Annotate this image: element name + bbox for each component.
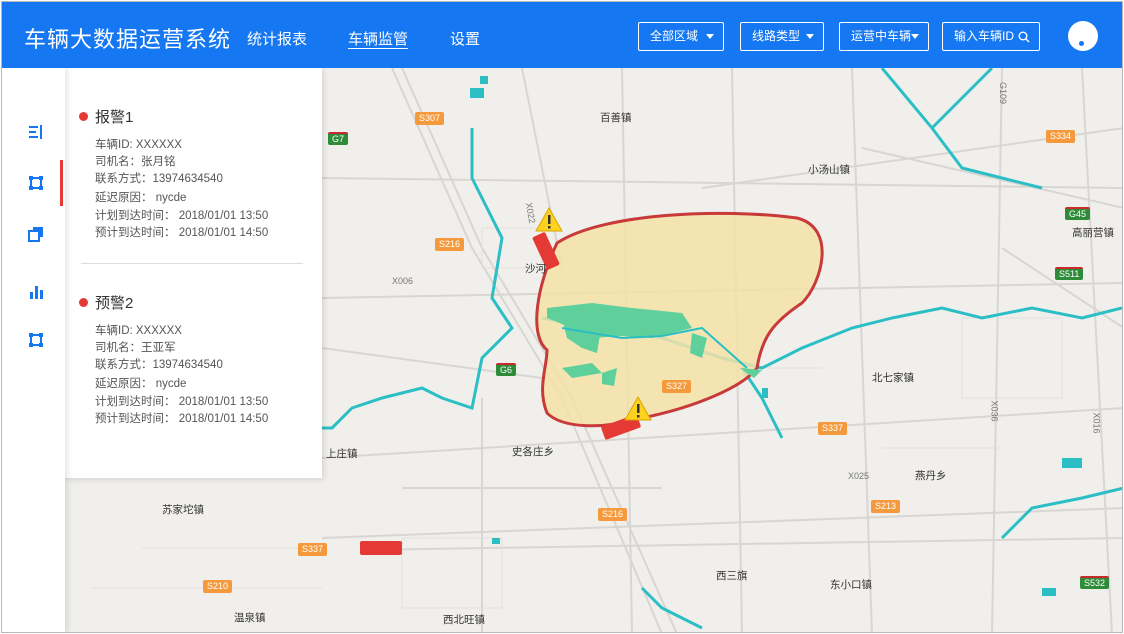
place-label: 史各庄乡 [512, 446, 554, 458]
chevron-down-icon [911, 34, 919, 39]
road-shield: S532 [1080, 576, 1110, 589]
alert-title: 预警2 [95, 295, 134, 312]
road-shield: S216 [435, 238, 465, 251]
road-label: G109 [998, 81, 1009, 105]
search-icon [1018, 31, 1030, 43]
road-shield: S213 [871, 500, 901, 513]
user-avatar[interactable] [1068, 21, 1098, 51]
alert-contact: 联系方式：13974634540 [95, 359, 223, 371]
nav-statistics-report[interactable]: 统计报表 [247, 28, 307, 49]
road-shield: S511 [1055, 267, 1084, 280]
chevron-down-icon [806, 34, 814, 39]
alert-panel: 报警1 车辆ID: XXXXXX 司机名：张月铭 联系方式：1397463454… [65, 68, 322, 478]
place-label: 苏家坨镇 [162, 504, 204, 516]
alert-planned-arrival: 计划到达时间： 2018/01/01 13:50 [95, 396, 269, 408]
road-shield: S307 [415, 112, 445, 125]
place-label: 温泉镇 [234, 612, 266, 624]
alert-driver: 司机名：王亚军 [95, 342, 176, 354]
alert-dot-icon [79, 298, 88, 307]
road-shield: S334 [1046, 130, 1076, 143]
region-dropdown[interactable]: 全部区域 [638, 22, 724, 51]
road-label: X025 [848, 471, 870, 481]
place-label: 西三旗 [716, 570, 748, 582]
sidebar-active-indicator [60, 160, 63, 206]
vehicle-marker[interactable] [360, 541, 402, 555]
road-shield: G6 [496, 363, 517, 376]
nav-settings[interactable]: 设置 [450, 28, 480, 49]
road-shield: S337 [298, 543, 328, 556]
alert-planned-arrival: 计划到达时间： 2018/01/01 13:50 [95, 210, 269, 222]
alert-title: 报警1 [95, 109, 134, 126]
alert-dot-icon [79, 112, 88, 121]
place-label: 小汤山镇 [808, 164, 850, 176]
road-shield: S337 [818, 422, 848, 435]
place-label: 百善镇 [600, 112, 632, 124]
alert-delay-reason: 延迟原因： nycde [95, 378, 187, 390]
divider [81, 263, 303, 264]
alert-expected-arrival: 预计到达时间： 2018/01/01 14:50 [95, 227, 269, 239]
road-shield: S210 [203, 580, 233, 593]
list-icon[interactable] [28, 124, 44, 140]
app-window: S307 G7 S334 G45 S216 S511 G6 S327 S337 … [1, 1, 1123, 633]
route-type-dropdown[interactable]: 线路类型 [740, 22, 824, 51]
fence-icon[interactable] [28, 332, 44, 348]
vehicle-status-dropdown-value: 运营中车辆 [851, 29, 912, 43]
sidebar [2, 68, 65, 632]
route-type-dropdown-value: 线路类型 [752, 29, 801, 43]
copy-icon[interactable] [28, 226, 44, 242]
alert-driver: 司机名：张月铭 [95, 156, 176, 168]
place-label: 沙河 [525, 263, 546, 275]
region-dropdown-value: 全部区域 [650, 29, 699, 43]
place-label: 北七家镇 [872, 372, 914, 384]
place-label: 上庄镇 [326, 448, 358, 460]
vehicle-id-search[interactable]: 输入车辆ID [942, 22, 1040, 51]
top-navigation-bar: 车辆大数据运营系统 统计报表 车辆监管 设置 全部区域 线路类型 运营中车辆 输… [2, 2, 1122, 68]
vehicle-id-search-placeholder: 输入车辆ID [954, 29, 1015, 43]
road-shield: S327 [662, 380, 692, 393]
alert-vehicle-id: 车辆ID: XXXXXX [95, 139, 182, 151]
app-title: 车辆大数据运营系统 [24, 27, 232, 52]
road-label: X006 [392, 276, 414, 286]
alert-delay-reason: 延迟原因： nycde [95, 192, 187, 204]
nav-vehicle-monitoring[interactable]: 车辆监管 [348, 28, 408, 49]
road-shield: G45 [1065, 207, 1091, 220]
road-label: X016 [1091, 412, 1102, 434]
place-label: 高丽营镇 [1072, 227, 1114, 239]
alert-vehicle-id: 车辆ID: XXXXXX [95, 325, 182, 337]
chevron-down-icon [706, 34, 714, 39]
place-label: 燕丹乡 [915, 470, 947, 482]
alert-title-row: 报警1 [79, 106, 133, 127]
place-label: 东小口镇 [830, 579, 872, 591]
alert-contact: 联系方式：13974634540 [95, 173, 223, 185]
alert-title-row: 预警2 [79, 292, 133, 313]
vehicle-status-dropdown[interactable]: 运营中车辆 [839, 22, 929, 51]
road-shield: S216 [598, 508, 628, 521]
place-label: 西北旺镇 [443, 614, 485, 626]
road-label: X036 [989, 400, 1000, 422]
road-shield: G7 [328, 132, 349, 145]
bar-chart-icon[interactable] [28, 284, 44, 300]
route-icon[interactable] [28, 175, 44, 191]
alert-expected-arrival: 预计到达时间： 2018/01/01 14:50 [95, 413, 269, 425]
